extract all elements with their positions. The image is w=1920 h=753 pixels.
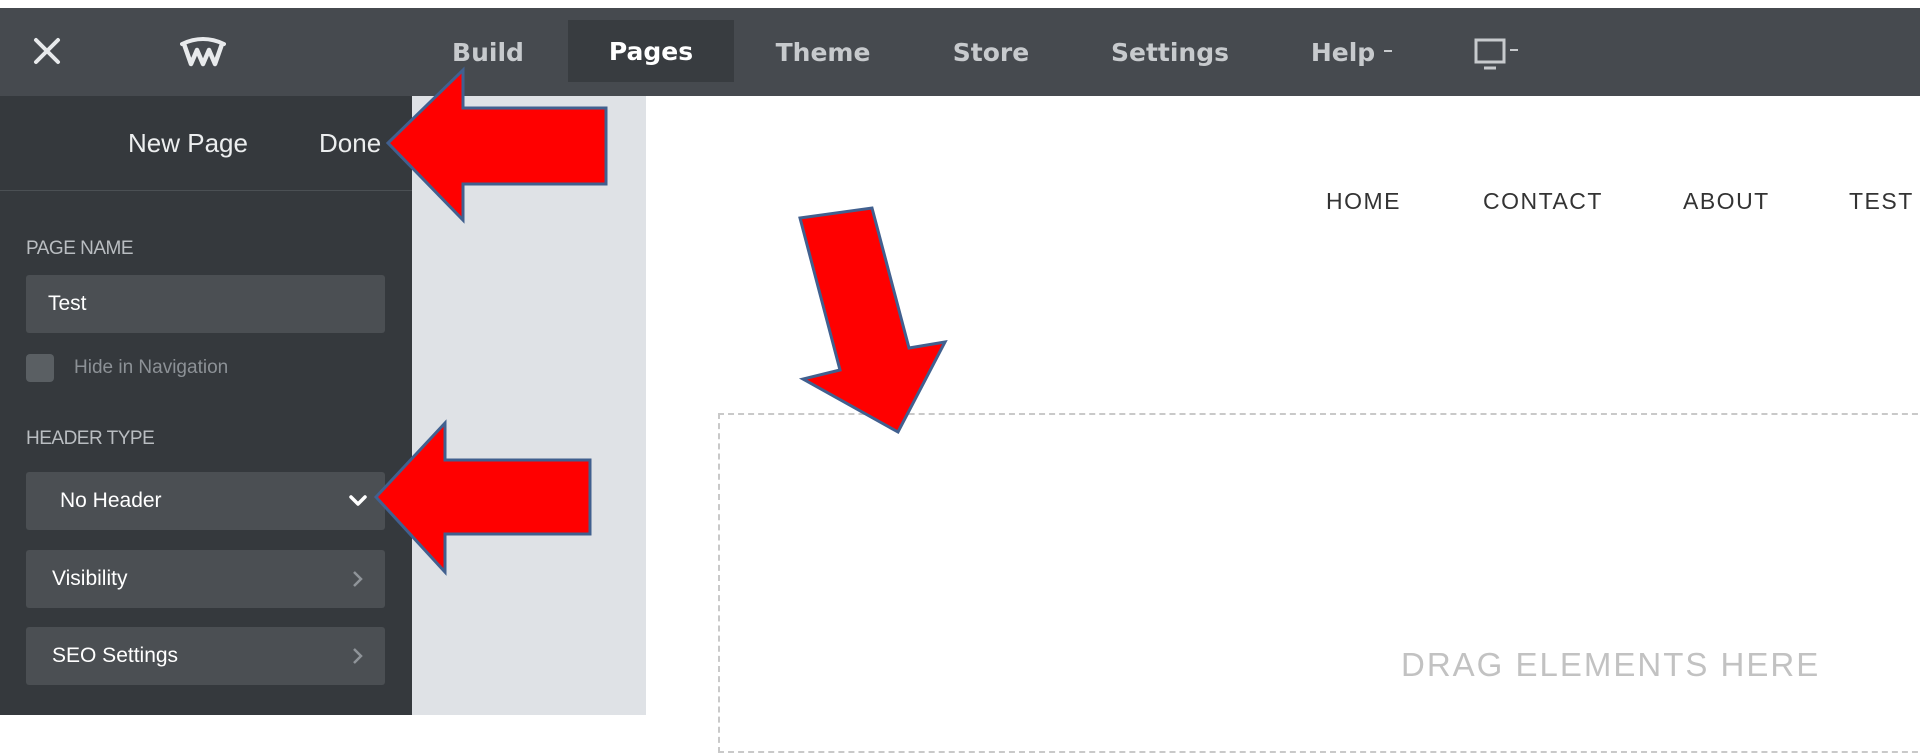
- red-arrow-annotation-drop-zone: [798, 206, 948, 435]
